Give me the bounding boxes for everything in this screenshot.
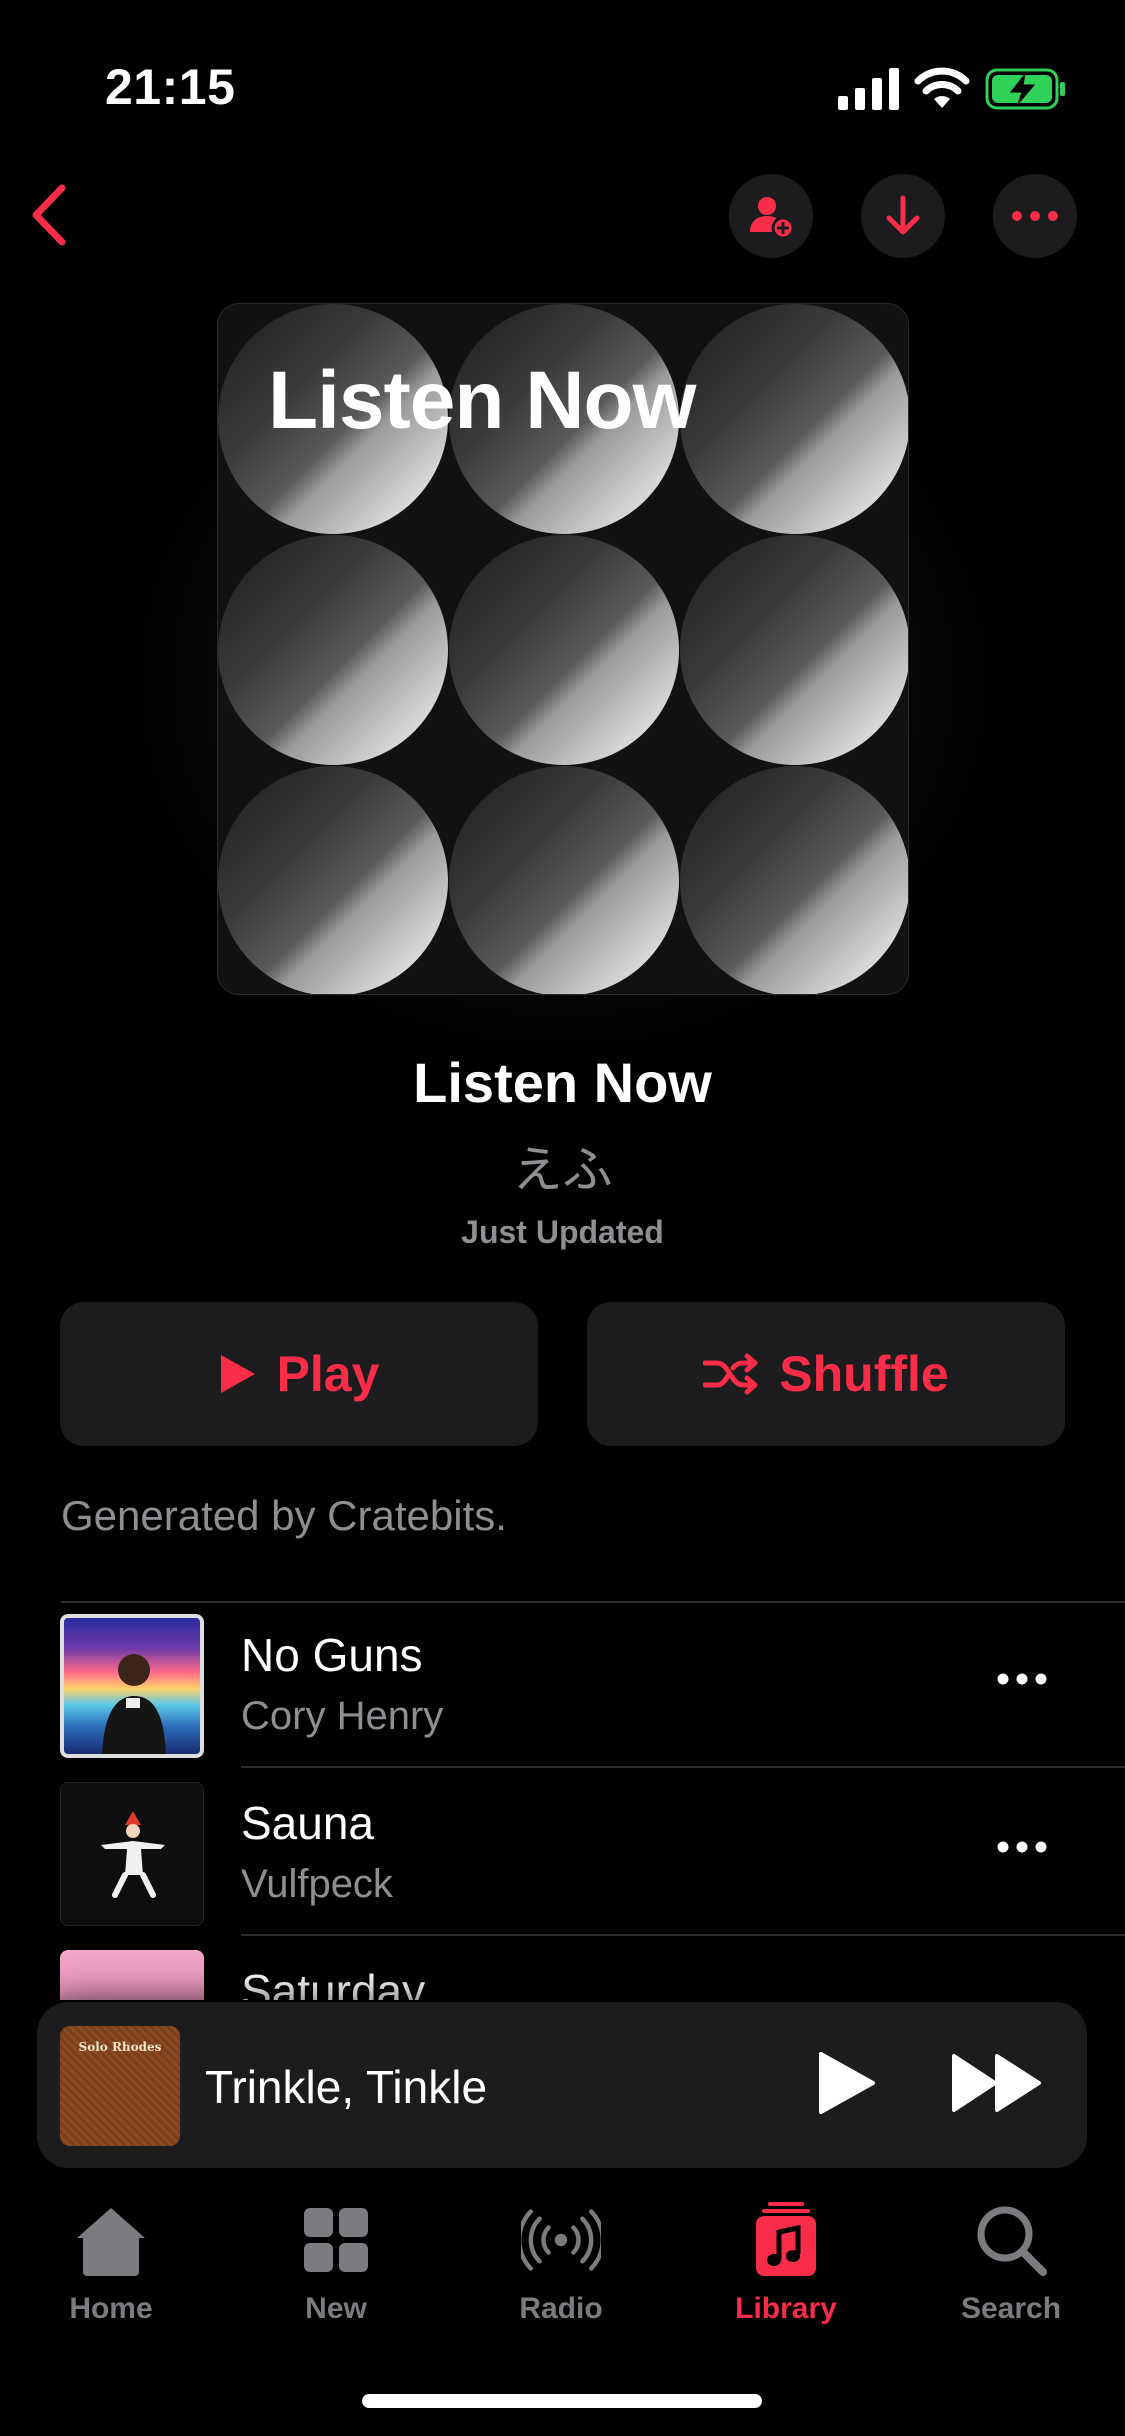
track-row[interactable]: Saturday [0, 1936, 1125, 2000]
mini-artwork-text: Solo Rhodes [78, 2040, 162, 2054]
tab-library[interactable]: Library [706, 2200, 866, 2340]
track-artist: Vulfpeck [241, 1862, 393, 1906]
search-icon [977, 2206, 1047, 2276]
track-title: Sauna [241, 1797, 375, 1849]
play-button[interactable]: Play [60, 1302, 538, 1446]
battery-charging-icon [985, 68, 1065, 110]
back-chevron-icon[interactable] [22, 180, 82, 250]
album-artwork [60, 1950, 204, 2000]
album-artwork [60, 1614, 204, 1758]
add-collaborator-button[interactable] [729, 174, 813, 258]
playlist-artwork: Listen Now [217, 303, 909, 995]
play-label: Play [276, 1346, 380, 1402]
tab-label: Search [960, 2292, 1062, 2325]
track-artist: Cory Henry [241, 1694, 444, 1738]
more-options-button[interactable] [993, 174, 1077, 258]
artwork-title: Listen Now [268, 355, 696, 446]
tab-label: Home [69, 2292, 153, 2325]
playlist-owner[interactable]: えふ [0, 1130, 1125, 1202]
album-figure [102, 1654, 166, 1754]
track-list: No Guns Cory Henry Sauna Vulfpeck Saturd… [0, 1600, 1125, 2000]
home-indicator[interactable] [362, 2394, 762, 2408]
now-playing-title: Trinkle, Tinkle [205, 2061, 488, 2113]
play-icon [220, 1355, 255, 1393]
playlist-title: Listen Now [413, 1051, 712, 1114]
library-icon [756, 2202, 816, 2276]
tab-search[interactable]: Search [931, 2200, 1091, 2340]
wifi-icon [914, 67, 970, 108]
track-title: No Guns [241, 1629, 423, 1681]
shuffle-icon [703, 1353, 758, 1395]
shuffle-label: Shuffle [779, 1346, 949, 1402]
track-more-icon[interactable] [996, 1672, 1048, 1686]
shuffle-button[interactable]: Shuffle [587, 1302, 1065, 1446]
tab-label: Radio [519, 2292, 603, 2325]
fast-forward-icon[interactable] [951, 2052, 1043, 2114]
tab-label: New [305, 2292, 367, 2325]
radio-icon [521, 2209, 601, 2271]
track-row[interactable]: No Guns Cory Henry [0, 1600, 1125, 1768]
status-time: 21:15 [105, 59, 236, 115]
track-more-icon[interactable] [996, 1840, 1048, 1854]
mini-play-icon[interactable] [817, 2050, 877, 2116]
mini-player[interactable]: Solo Rhodes Trinkle, Tinkle [37, 2002, 1087, 2168]
grid-icon [304, 2208, 368, 2272]
cellular-signal-icon [838, 68, 899, 110]
download-button[interactable] [861, 174, 945, 258]
tab-radio[interactable]: Radio [481, 2200, 641, 2340]
track-title: Saturday [241, 1965, 426, 2000]
download-arrow-icon [886, 195, 920, 235]
album-figure [101, 1811, 165, 1898]
tab-new[interactable]: New [256, 2200, 416, 2340]
mini-player-artwork: Solo Rhodes [60, 2026, 180, 2146]
updated-status: Just Updated [461, 1214, 664, 1250]
person-add-icon [750, 197, 795, 240]
track-row[interactable]: Sauna Vulfpeck [0, 1768, 1125, 1936]
status-bar: 21:15 [0, 0, 1125, 140]
tab-home[interactable]: Home [31, 2200, 191, 2340]
tab-label: Library [735, 2292, 837, 2325]
album-artwork [60, 1782, 204, 1926]
home-icon [77, 2208, 145, 2276]
ellipsis-icon [1012, 211, 1058, 221]
playlist-description: Generated by Cratebits. [61, 1492, 507, 1539]
